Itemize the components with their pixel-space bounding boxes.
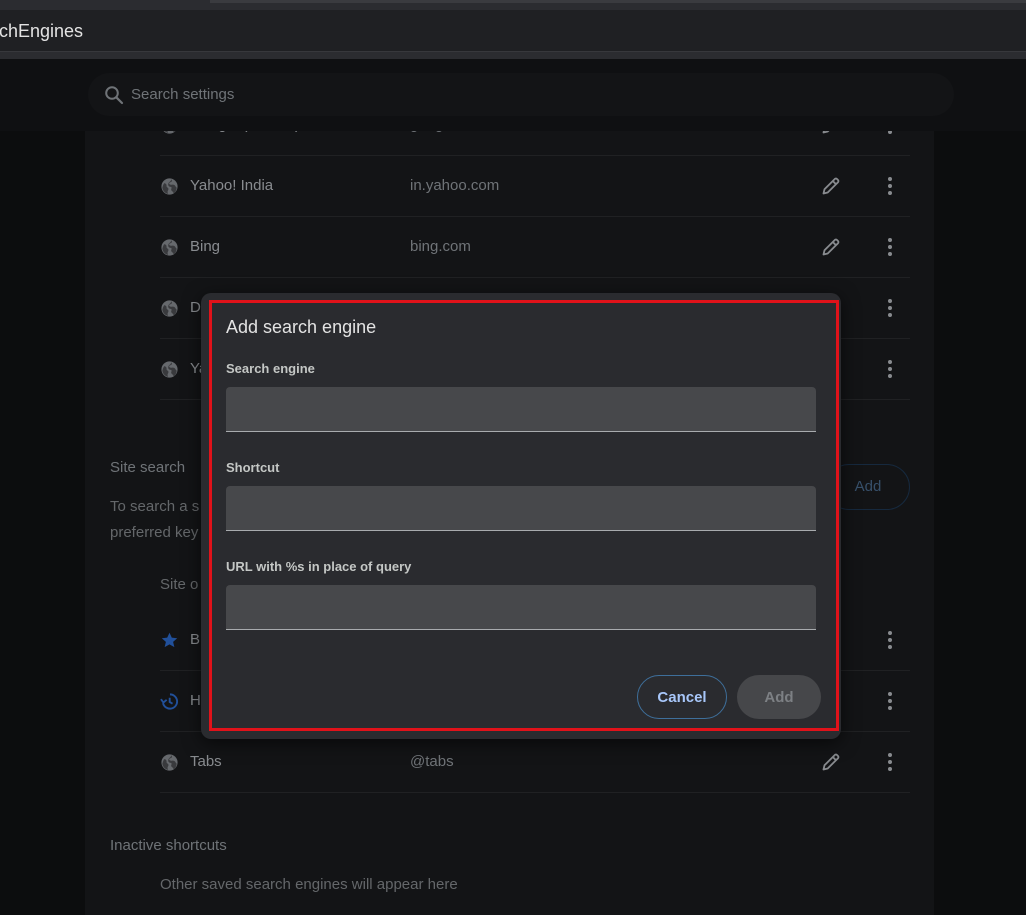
search-engine-input[interactable] [226,387,816,432]
add-search-engine-dialog: Add search engine Search engine Shortcut… [201,293,841,739]
toolbar-divider [0,52,1026,59]
add-button[interactable]: Add [737,675,821,719]
browser-tab-strip [0,0,1026,10]
address-bar-text[interactable]: chEngines [0,21,83,42]
shortcut-label: Shortcut [226,460,280,475]
search-engine-label: Search engine [226,361,315,376]
tab-strip-edge [210,0,1026,3]
url-label: URL with %s in place of query [226,559,412,574]
shortcut-input[interactable] [226,486,816,531]
address-bar[interactable]: chEngines [0,10,1026,52]
url-input[interactable] [226,585,816,630]
dialog-title: Add search engine [226,317,377,337]
cancel-button[interactable]: Cancel [637,675,727,719]
